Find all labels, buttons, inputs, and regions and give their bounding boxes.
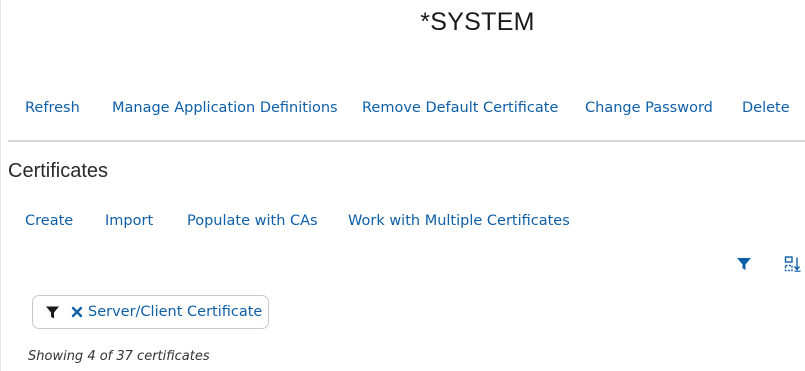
remove-default-certificate-link[interactable]: Remove Default Certificate [362,100,558,116]
certificate-store-page: *SYSTEM Refresh Manage Application Defin… [0,0,805,371]
certificate-count: Showing 4 of 37 certificates [28,349,210,364]
left-border [0,0,1,371]
certificates-heading: Certificates [8,160,109,182]
filter-icon-graphic [737,258,751,270]
sort-columns-icon-graphic [784,256,801,272]
sort-columns-icon[interactable] [784,255,802,273]
page-title: *SYSTEM [420,8,535,36]
create-link[interactable]: Create [25,213,73,229]
populate-with-cas-link[interactable]: Populate with CAs [187,213,318,229]
manage-application-definitions-link[interactable]: Manage Application Definitions [112,100,338,116]
change-password-link[interactable]: Change Password [585,100,713,116]
filter-chip-label[interactable]: Server/Client Certificate [88,304,262,320]
import-link[interactable]: Import [105,213,153,229]
funnel-icon [46,306,59,319]
work-with-multiple-certificates-link[interactable]: Work with Multiple Certificates [348,213,570,229]
filter-icon[interactable] [735,255,753,273]
section-divider [8,140,805,142]
active-filter-chip: Server/Client Certificate [32,295,269,329]
close-icon[interactable] [71,305,83,319]
refresh-link[interactable]: Refresh [25,100,80,116]
delete-link[interactable]: Delete [742,100,790,116]
